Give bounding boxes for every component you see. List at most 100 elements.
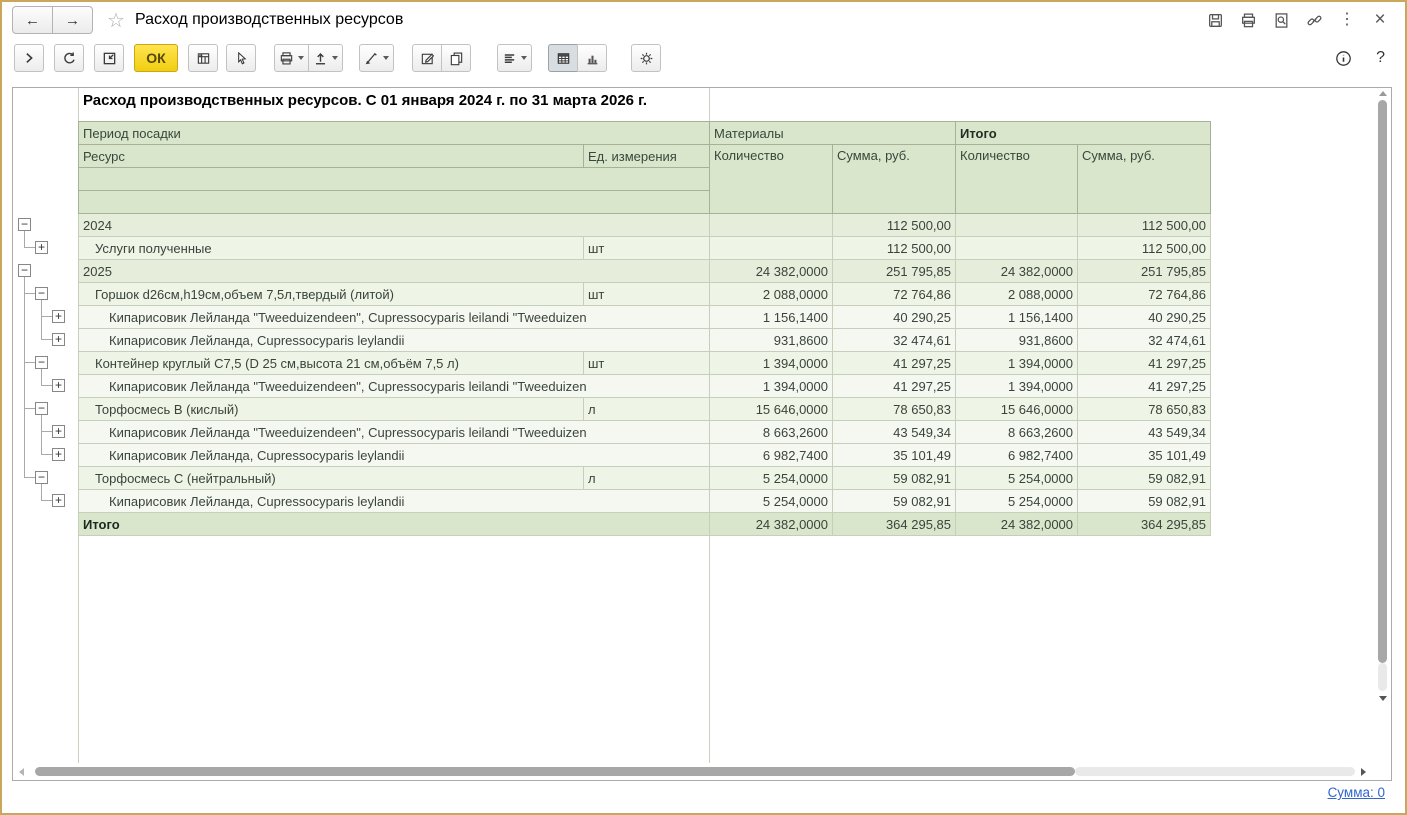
scroll-left-arrow-icon[interactable] xyxy=(19,768,24,776)
cell-ms[interactable]: 72 764,86 xyxy=(833,283,956,306)
favorites-star-icon[interactable]: ☆ xyxy=(107,8,125,33)
cell-ts[interactable]: 40 290,25 xyxy=(1078,306,1211,329)
horizontal-scrollbar-track[interactable] xyxy=(1075,767,1355,776)
cell-ts[interactable]: 41 297,25 xyxy=(1078,352,1211,375)
cell-unit[interactable]: шт xyxy=(584,352,710,375)
cell-ts[interactable]: 78 650,83 xyxy=(1078,398,1211,421)
header-total-sum[interactable]: Сумма, руб. xyxy=(1078,145,1211,214)
vertical-scrollbar[interactable] xyxy=(1374,88,1391,728)
header-culture[interactable] xyxy=(79,168,710,191)
cell-label[interactable]: Кипарисовик Лейланда, Cupressocyparis le… xyxy=(79,444,710,467)
report-title[interactable]: Расход производственных ресурсов. С 01 я… xyxy=(83,92,647,109)
cell-mq[interactable]: 8 663,2600 xyxy=(710,421,833,444)
tree-expander-minus[interactable]: − xyxy=(35,471,48,484)
cell-tq[interactable]: 24 382,0000 xyxy=(956,260,1078,283)
link-button[interactable] xyxy=(1305,11,1323,29)
cell-mq[interactable]: 24 382,0000 xyxy=(710,260,833,283)
tree-expander-plus[interactable]: + xyxy=(52,333,65,346)
info-button[interactable] xyxy=(1334,49,1352,67)
tree-expander-plus[interactable]: + xyxy=(52,310,65,323)
cell-label[interactable]: Кипарисовик Лейланда "Tweeduizendeen", C… xyxy=(79,306,710,329)
tree-expander-plus[interactable]: + xyxy=(52,494,65,507)
header-total[interactable]: Итого xyxy=(956,122,1211,145)
more-button[interactable]: ⋮ xyxy=(1338,11,1356,29)
cell-tq[interactable]: 1 156,1400 xyxy=(956,306,1078,329)
cell-ms[interactable]: 43 549,34 xyxy=(833,421,956,444)
format-brush-button[interactable] xyxy=(359,44,394,72)
chart-view-button[interactable] xyxy=(577,44,607,72)
help-button[interactable]: ? xyxy=(1376,49,1385,67)
copy-button[interactable] xyxy=(441,44,471,72)
print-button[interactable] xyxy=(1239,11,1257,29)
cell-label[interactable]: Контейнер круглый С7,5 (D 25 см,высота 2… xyxy=(79,352,584,375)
scroll-right-arrow-icon[interactable] xyxy=(1361,768,1366,776)
cell-mq[interactable]: 2 088,0000 xyxy=(710,283,833,306)
cell-mq[interactable] xyxy=(710,237,833,260)
header-planting[interactable] xyxy=(79,191,710,214)
tree-expander-plus[interactable]: + xyxy=(52,448,65,461)
cell-tq[interactable]: 15 646,0000 xyxy=(956,398,1078,421)
cell-label[interactable]: 2024 xyxy=(79,214,710,237)
cell-unit[interactable]: шт xyxy=(584,237,710,260)
cell-label[interactable]: Кипарисовик Лейланда, Cupressocyparis le… xyxy=(79,490,710,513)
header-resource[interactable]: Ресурс xyxy=(79,145,584,168)
table-settings-button[interactable] xyxy=(188,44,218,72)
scroll-down-arrow-icon[interactable] xyxy=(1379,696,1387,701)
cell-ms[interactable]: 35 101,49 xyxy=(833,444,956,467)
pointer-button[interactable] xyxy=(226,44,256,72)
horizontal-scrollbar-thumb[interactable] xyxy=(35,767,1075,776)
cell-ms[interactable]: 32 474,61 xyxy=(833,329,956,352)
cell-label[interactable]: Кипарисовик Лейланда, Cupressocyparis le… xyxy=(79,329,710,352)
grouping-button[interactable] xyxy=(497,44,532,72)
cell-label[interactable]: 2025 xyxy=(79,260,710,283)
header-period[interactable]: Период посадки xyxy=(79,122,710,145)
close-button[interactable]: × xyxy=(1371,11,1389,29)
vertical-scrollbar-thumb[interactable] xyxy=(1378,100,1387,663)
tree-expander-plus[interactable]: + xyxy=(52,379,65,392)
settings-button[interactable] xyxy=(631,44,661,72)
cell-mq[interactable]: 1 394,0000 xyxy=(710,352,833,375)
cell-ts[interactable]: 41 297,25 xyxy=(1078,375,1211,398)
cell-label[interactable]: Кипарисовик Лейланда "Tweeduizendeen", C… xyxy=(79,421,710,444)
cell-ms[interactable]: 59 082,91 xyxy=(833,490,956,513)
tree-expander-minus[interactable]: − xyxy=(35,287,48,300)
edit-button[interactable] xyxy=(412,44,442,72)
cell-unit[interactable]: шт xyxy=(584,283,710,306)
cell-ts[interactable]: 43 549,34 xyxy=(1078,421,1211,444)
cell-mq[interactable]: 6 982,7400 xyxy=(710,444,833,467)
vertical-scrollbar-track[interactable] xyxy=(1378,663,1387,691)
cell-ts[interactable]: 251 795,85 xyxy=(1078,260,1211,283)
back-button[interactable]: ← xyxy=(12,6,53,34)
scroll-up-arrow-icon[interactable] xyxy=(1379,91,1387,96)
cell-ms[interactable]: 78 650,83 xyxy=(833,398,956,421)
cell-mq[interactable]: 1 156,1400 xyxy=(710,306,833,329)
cell-tq[interactable]: 6 982,7400 xyxy=(956,444,1078,467)
cell-label[interactable]: Услуги полученные xyxy=(79,237,584,260)
cell-tq[interactable]: 931,8600 xyxy=(956,329,1078,352)
cell-tq[interactable]: 24 382,0000 xyxy=(956,513,1078,536)
ok-button[interactable]: ОК xyxy=(134,44,178,72)
print-tool-button[interactable] xyxy=(274,44,309,72)
cell-ts[interactable]: 112 500,00 xyxy=(1078,237,1211,260)
cell-ts[interactable]: 35 101,49 xyxy=(1078,444,1211,467)
tree-expander-plus[interactable]: + xyxy=(52,425,65,438)
tree-expander-minus[interactable]: − xyxy=(35,356,48,369)
cell-ts[interactable]: 364 295,85 xyxy=(1078,513,1211,536)
horizontal-scrollbar[interactable] xyxy=(13,763,1374,780)
cell-mq[interactable]: 931,8600 xyxy=(710,329,833,352)
forward-button[interactable]: → xyxy=(53,6,93,34)
cell-mq[interactable]: 5 254,0000 xyxy=(710,467,833,490)
cell-ms[interactable]: 112 500,00 xyxy=(833,214,956,237)
tree-expander-minus[interactable]: − xyxy=(18,264,31,277)
header-materials-sum[interactable]: Сумма, руб. xyxy=(833,145,956,214)
cell-ms[interactable]: 41 297,25 xyxy=(833,375,956,398)
sum-link[interactable]: Сумма: 0 xyxy=(1328,785,1385,800)
cell-tq[interactable]: 8 663,2600 xyxy=(956,421,1078,444)
header-materials[interactable]: Материалы xyxy=(710,122,956,145)
export-button[interactable] xyxy=(308,44,343,72)
cell-ts[interactable]: 32 474,61 xyxy=(1078,329,1211,352)
table-view-button[interactable] xyxy=(548,44,578,72)
cell-label[interactable]: Итого xyxy=(79,513,710,536)
cell-ms[interactable]: 251 795,85 xyxy=(833,260,956,283)
cell-mq[interactable]: 1 394,0000 xyxy=(710,375,833,398)
